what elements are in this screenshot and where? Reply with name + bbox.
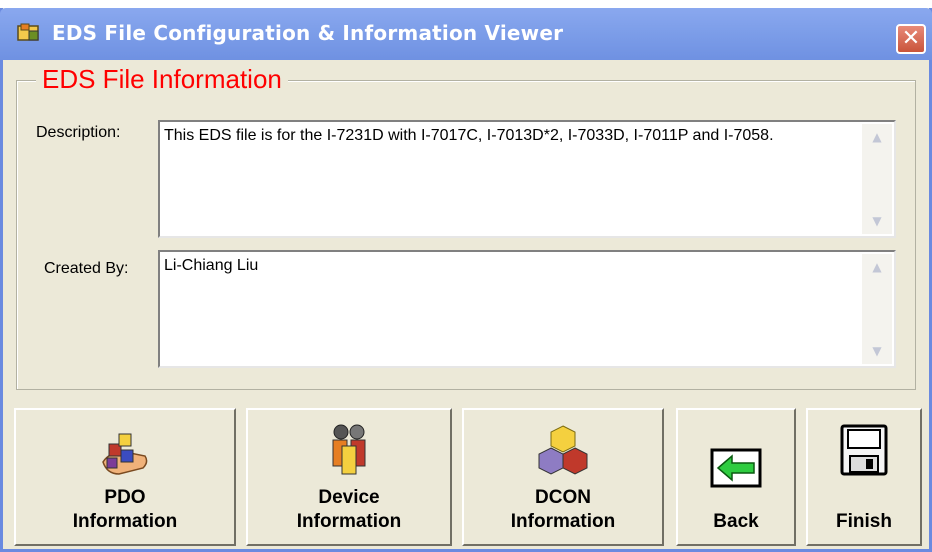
back-button[interactable]: Back [676, 408, 796, 546]
dcon-information-button[interactable]: DCON Information [462, 408, 664, 546]
description-field[interactable]: This EDS file is for the I-7231D with I-… [158, 120, 896, 238]
device-button-label: Device Information [296, 487, 402, 532]
back-button-label: Back [713, 511, 759, 532]
created-by-field[interactable]: Li-Chiang Liu ▲ ▼ [158, 250, 896, 368]
created-by-label: Created By: [44, 260, 129, 277]
scroll-up-icon[interactable]: ▲ [866, 126, 888, 148]
scroll-up-icon[interactable]: ▲ [866, 256, 888, 278]
title-bar[interactable]: EDS File Configuration & Information Vie… [0, 8, 932, 60]
finish-button[interactable]: Finish [806, 408, 922, 546]
window-title: EDS File Configuration & Information Vie… [52, 21, 564, 45]
scroll-down-icon[interactable]: ▼ [866, 210, 888, 232]
pdo-icon [102, 433, 148, 475]
created-by-text: Li-Chiang Liu [164, 257, 259, 274]
groupbox-title: EDS File Information [36, 64, 288, 95]
close-icon: ✕ [901, 26, 921, 51]
pdo-button-label: PDO Information [72, 487, 178, 532]
created-by-scrollbar[interactable]: ▲ ▼ [862, 254, 892, 364]
device-information-button[interactable]: Device Information [246, 408, 452, 546]
finish-button-label: Finish [836, 511, 892, 532]
dcon-button-label: DCON Information [510, 487, 616, 532]
pdo-information-button[interactable]: PDO Information [14, 408, 236, 546]
description-text: This EDS file is for the I-7231D with I-… [164, 127, 774, 144]
back-arrow-icon [710, 448, 762, 488]
close-button[interactable]: ✕ [896, 24, 926, 54]
scroll-down-icon[interactable]: ▼ [866, 340, 888, 362]
description-scrollbar[interactable]: ▲ ▼ [862, 124, 892, 234]
description-label: Description: [36, 124, 121, 141]
people-icon [332, 424, 366, 475]
cubes-icon [538, 425, 588, 475]
floppy-disk-icon [840, 424, 888, 476]
app-icon [17, 23, 39, 41]
